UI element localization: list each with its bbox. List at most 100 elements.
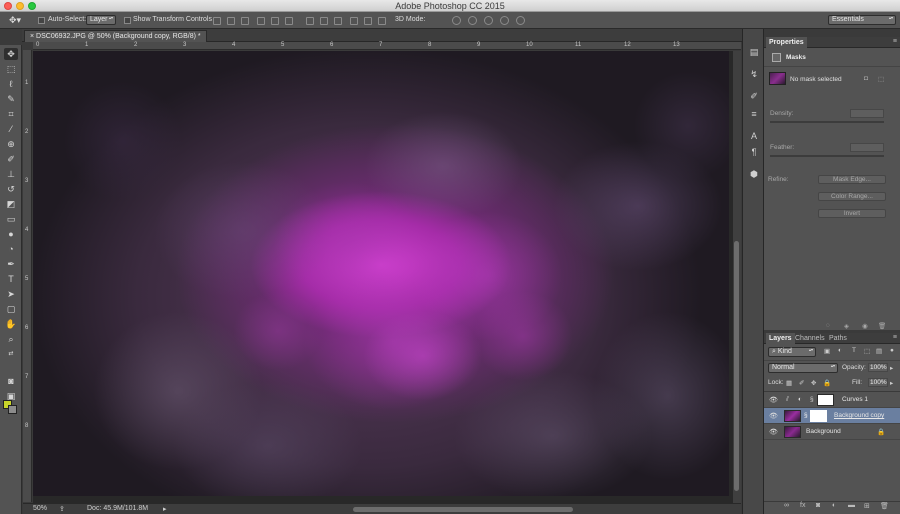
new-group-icon[interactable]: ▬ bbox=[848, 502, 855, 509]
layer-row-background-copy[interactable]: 👁 § Background copy bbox=[764, 408, 900, 424]
lock-position-icon[interactable]: ✥ bbox=[811, 379, 816, 387]
type-tool-icon[interactable]: T bbox=[4, 273, 18, 285]
distribute-vcenter-icon[interactable] bbox=[320, 17, 328, 25]
drag-3d-icon[interactable] bbox=[484, 16, 493, 25]
mask-edge-button[interactable]: Mask Edge... bbox=[818, 175, 886, 184]
gradient-tool-icon[interactable]: ▭ bbox=[4, 213, 18, 225]
layers-panel-menu-icon[interactable]: ≡ bbox=[893, 334, 897, 341]
background-color-swatch[interactable] bbox=[8, 405, 17, 414]
filter-shape-icon[interactable]: ⬚ bbox=[864, 347, 870, 355]
history-panel-icon[interactable]: ▤ bbox=[749, 47, 759, 57]
history-brush-tool-icon[interactable]: ↺ bbox=[4, 183, 18, 195]
marquee-tool-icon[interactable]: ⬚ bbox=[4, 63, 18, 75]
eye-icon[interactable]: 👁 bbox=[769, 412, 778, 420]
roll-3d-icon[interactable] bbox=[468, 16, 477, 25]
scale-3d-icon[interactable] bbox=[516, 16, 525, 25]
lasso-tool-icon[interactable]: ℓ bbox=[4, 78, 18, 90]
distribute-bottom-icon[interactable] bbox=[334, 17, 342, 25]
tab-channels[interactable]: Channels bbox=[792, 333, 828, 344]
panel-menu-icon[interactable]: ≡ bbox=[893, 38, 897, 45]
layer-name[interactable]: Background copy bbox=[834, 412, 884, 419]
lock-transparency-icon[interactable]: ▦ bbox=[786, 379, 792, 387]
eyedropper-tool-icon[interactable]: ⁄ bbox=[4, 123, 18, 135]
align-hcenter-icon[interactable] bbox=[271, 17, 279, 25]
filter-type-icon[interactable]: T bbox=[852, 347, 856, 354]
document-tab[interactable]: × DSC06932.JPG @ 50% (Background copy, R… bbox=[24, 30, 207, 42]
pixel-mask-icon[interactable]: ◘ bbox=[864, 75, 868, 82]
chain-link-icon[interactable]: § bbox=[804, 412, 808, 419]
actions-panel-icon[interactable]: ↯ bbox=[749, 69, 759, 79]
canvas-area[interactable] bbox=[33, 51, 733, 503]
color-range-button[interactable]: Color Range... bbox=[818, 192, 886, 201]
ruler-horizontal[interactable]: 0 1 2 3 4 5 6 7 8 9 10 11 12 13 bbox=[33, 42, 741, 50]
align-top-icon[interactable] bbox=[213, 17, 221, 25]
ruler-vertical[interactable]: 1 2 3 4 5 6 7 8 bbox=[23, 50, 32, 502]
hand-tool-icon[interactable]: ✋ bbox=[4, 318, 18, 330]
chain-link-icon[interactable]: § bbox=[810, 396, 814, 403]
distribute-right-icon[interactable] bbox=[378, 17, 386, 25]
load-selection-icon[interactable]: ◌ bbox=[826, 322, 830, 329]
zoom-level[interactable]: 50% bbox=[33, 505, 47, 512]
clone-stamp-tool-icon[interactable]: ⊥ bbox=[4, 168, 18, 180]
layer-thumbnail[interactable] bbox=[784, 426, 801, 438]
layer-name[interactable]: Background bbox=[806, 428, 841, 435]
align-right-icon[interactable] bbox=[285, 17, 293, 25]
lock-pixels-icon[interactable]: ✐ bbox=[799, 379, 804, 387]
invert-button[interactable]: Invert bbox=[818, 209, 886, 218]
blur-tool-icon[interactable]: ● bbox=[4, 228, 18, 240]
path-selection-tool-icon[interactable]: ➤ bbox=[4, 288, 18, 300]
character-panel-icon[interactable]: A bbox=[749, 131, 759, 141]
distribute-left-icon[interactable] bbox=[350, 17, 358, 25]
slide-3d-icon[interactable] bbox=[500, 16, 509, 25]
swap-colors-icon[interactable]: ⇄ bbox=[4, 348, 18, 360]
eraser-tool-icon[interactable]: ◩ bbox=[4, 198, 18, 210]
apply-mask-icon[interactable]: ◈ bbox=[844, 322, 849, 330]
layer-row-curves[interactable]: 👁 ⫽ ◐ § Curves 1 bbox=[764, 392, 900, 408]
blend-mode-dropdown[interactable]: Normal bbox=[768, 363, 838, 373]
lock-all-icon[interactable]: 🔒 bbox=[823, 379, 831, 387]
eye-icon[interactable]: 👁 bbox=[769, 396, 778, 404]
feather-slider[interactable] bbox=[770, 155, 884, 157]
delete-mask-icon[interactable]: 🗑 bbox=[878, 322, 886, 330]
density-slider[interactable] bbox=[770, 121, 884, 123]
dodge-tool-icon[interactable]: ◔ bbox=[4, 243, 18, 255]
paragraph-panel-icon[interactable]: ¶ bbox=[749, 147, 759, 157]
eye-icon[interactable]: 👁 bbox=[769, 428, 778, 436]
vertical-scroll-thumb[interactable] bbox=[734, 241, 739, 491]
layer-mask-thumbnail[interactable] bbox=[810, 410, 827, 422]
crop-tool-icon[interactable]: ⌗ bbox=[4, 108, 18, 120]
density-field[interactable] bbox=[850, 109, 884, 118]
close-tab-icon[interactable]: × bbox=[30, 33, 34, 40]
align-bottom-icon[interactable] bbox=[241, 17, 249, 25]
orbit-3d-icon[interactable] bbox=[452, 16, 461, 25]
layer-row-background[interactable]: 👁 Background 🔒 bbox=[764, 424, 900, 440]
link-layers-icon[interactable]: ∞ bbox=[784, 502, 789, 509]
transform-controls-checkbox[interactable] bbox=[124, 17, 131, 24]
filter-toggle-icon[interactable]: ● bbox=[890, 347, 894, 354]
3d-panel-icon[interactable]: ⬢ bbox=[749, 169, 759, 179]
tab-properties[interactable]: Properties bbox=[766, 37, 807, 48]
feather-field[interactable] bbox=[850, 143, 884, 152]
delete-layer-icon[interactable]: 🗑 bbox=[880, 502, 889, 510]
align-left-icon[interactable] bbox=[257, 17, 265, 25]
workspace-dropdown[interactable]: Essentials bbox=[828, 15, 896, 25]
layer-style-icon[interactable]: fx bbox=[800, 502, 805, 509]
auto-select-checkbox[interactable] bbox=[38, 17, 45, 24]
zoom-tool-icon[interactable]: ⌕ bbox=[4, 333, 18, 345]
pen-tool-icon[interactable]: ✒ bbox=[4, 258, 18, 270]
auto-select-dropdown[interactable]: Layer bbox=[86, 15, 116, 25]
screen-mode-icon[interactable]: ▣ bbox=[4, 390, 18, 402]
brush-tool-icon[interactable]: ✐ bbox=[4, 153, 18, 165]
align-vcenter-icon[interactable] bbox=[227, 17, 235, 25]
layer-thumbnail[interactable] bbox=[784, 410, 801, 422]
filter-adjustment-icon[interactable]: ◐ bbox=[838, 347, 842, 354]
vector-mask-icon[interactable]: ⬚ bbox=[878, 75, 884, 83]
filter-smart-object-icon[interactable]: ▤ bbox=[876, 347, 882, 355]
photo-canvas[interactable] bbox=[33, 51, 729, 496]
share-icon[interactable]: ⇪ bbox=[59, 505, 65, 513]
new-layer-icon[interactable]: ⊞ bbox=[864, 502, 870, 510]
layer-mask-thumbnail[interactable] bbox=[817, 394, 834, 406]
mask-visibility-icon[interactable]: ◉ bbox=[862, 322, 868, 330]
quick-mask-icon[interactable]: ◙ bbox=[4, 375, 18, 387]
layer-name[interactable]: Curves 1 bbox=[842, 396, 868, 403]
